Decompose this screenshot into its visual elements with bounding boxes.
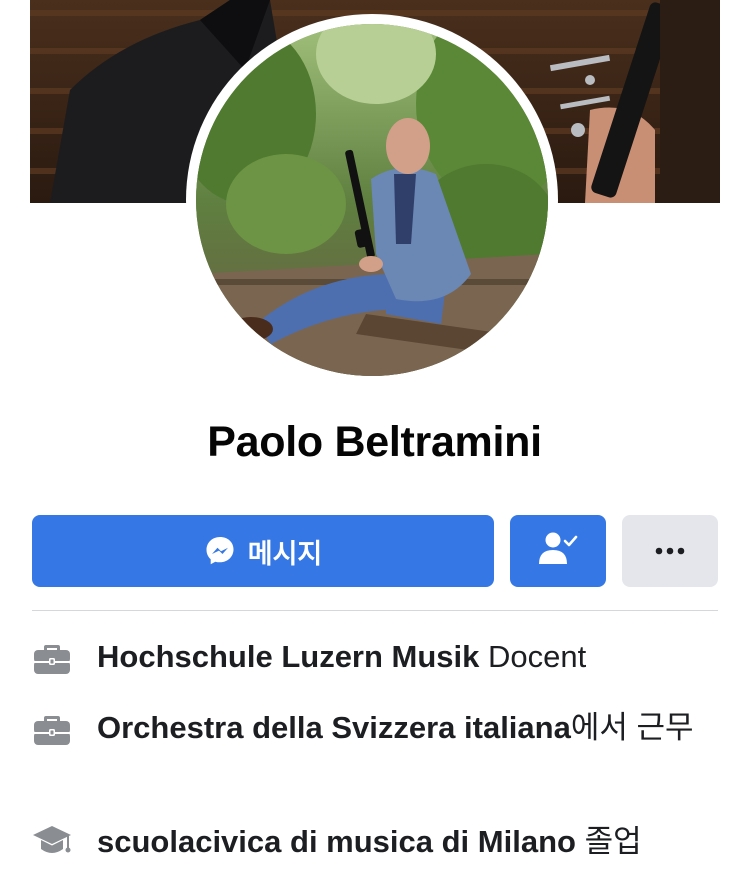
profile-avatar[interactable]: [196, 24, 548, 376]
more-options-button[interactable]: [622, 515, 718, 587]
message-button-label: 메시지: [247, 538, 323, 569]
work-detail-1: Docent: [479, 639, 587, 674]
work-place-2[interactable]: Orchestra della Svizzera italiana: [97, 710, 571, 745]
work-detail-2: 에서 근무: [570, 710, 694, 745]
school-detail: 졸업: [575, 824, 642, 859]
message-button[interactable]: 메시지: [32, 515, 494, 587]
more-dots-icon: [655, 542, 685, 560]
work-place-1[interactable]: Hochschule Luzern Musik: [97, 639, 479, 674]
info-row-work-1[interactable]: Hochschule Luzern Musik Docent: [32, 637, 722, 677]
profile-name: Paolo Beltramini: [207, 418, 542, 466]
briefcase-icon: [32, 708, 72, 748]
friend-check-icon: [538, 531, 578, 572]
school-name[interactable]: scuolacivica di musica di Milano: [97, 824, 576, 859]
info-row-work-2[interactable]: Orchestra della Svizzera italiana에서 근무: [32, 708, 722, 748]
briefcase-icon: [32, 637, 72, 677]
graduation-cap-icon: [32, 822, 72, 862]
divider: [32, 610, 718, 611]
friend-status-button[interactable]: [510, 515, 606, 587]
info-row-education[interactable]: scuolacivica di musica di Milano 졸업: [32, 822, 722, 862]
messenger-icon: [204, 535, 236, 567]
